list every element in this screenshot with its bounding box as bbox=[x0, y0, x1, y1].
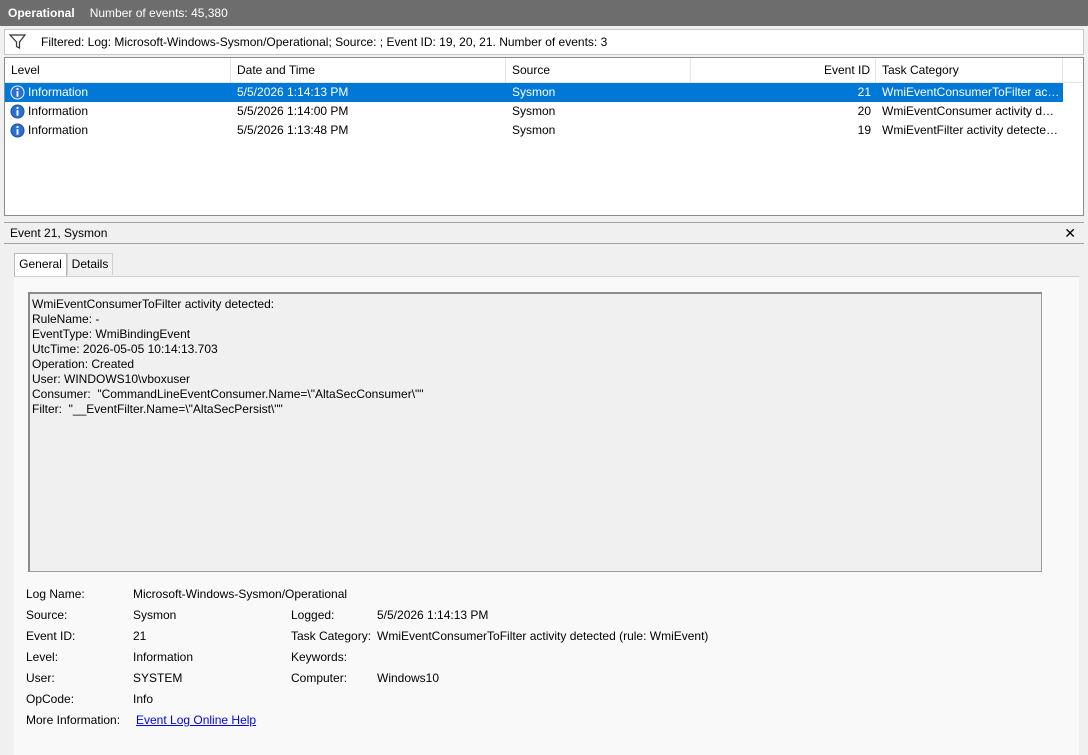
keywords-label: Keywords: bbox=[291, 650, 348, 664]
column-header-date-time[interactable]: Date and Time bbox=[231, 58, 506, 82]
information-icon bbox=[10, 123, 25, 138]
description-line: EventType: WmiBindingEvent bbox=[32, 327, 191, 341]
row-level: Information bbox=[28, 85, 89, 99]
event-log-online-help-link[interactable]: Event Log Online Help bbox=[136, 713, 256, 728]
user-label: User: bbox=[26, 671, 55, 685]
event-description[interactable]: WmiEventConsumerToFilter activity detect… bbox=[28, 292, 1042, 572]
description-line: RuleName: - bbox=[32, 312, 100, 326]
event-id-label: Event ID: bbox=[26, 629, 76, 643]
filter-description: Filtered: Log: Microsoft-Windows-Sysmon/… bbox=[41, 35, 608, 49]
user-value: SYSTEM bbox=[133, 671, 183, 685]
source-value: Sysmon bbox=[133, 608, 177, 622]
column-header-task-category[interactable]: Task Category bbox=[876, 58, 1063, 82]
row-event-id: 21 bbox=[857, 85, 871, 99]
event-list-header: Level Date and Time Source Event ID Task… bbox=[5, 58, 1083, 83]
column-header-event-id[interactable]: Event ID bbox=[691, 58, 876, 82]
level-value: Information bbox=[133, 650, 194, 664]
event-id-value: 21 bbox=[133, 629, 147, 643]
log-name-value: Microsoft-Windows-Sysmon/Operational bbox=[133, 587, 348, 601]
row-date-time: 5/5/2026 1:13:48 PM bbox=[237, 123, 349, 137]
event-row[interactable]: Information 5/5/2026 1:14:00 PM Sysmon 2… bbox=[5, 102, 1063, 121]
information-icon bbox=[10, 104, 25, 119]
row-level: Information bbox=[28, 123, 89, 137]
event-detail-header: Event 21, Sysmon ✕ bbox=[4, 222, 1084, 244]
event-row[interactable]: Information 5/5/2026 1:14:13 PM Sysmon 2… bbox=[5, 83, 1063, 102]
description-line: WmiEventConsumerToFilter activity detect… bbox=[32, 297, 275, 311]
column-header-source[interactable]: Source bbox=[506, 58, 691, 82]
source-label: Source: bbox=[26, 608, 68, 622]
task-category-value: WmiEventConsumerToFilter activity detect… bbox=[377, 629, 709, 643]
more-information-label: More Information: bbox=[26, 713, 121, 727]
event-count: Number of events: 45,380 bbox=[89, 6, 228, 20]
description-line: Consumer: "CommandLineEventConsumer.Name… bbox=[32, 387, 424, 401]
level-label: Level: bbox=[26, 650, 59, 664]
column-header-level[interactable]: Level bbox=[5, 58, 231, 82]
filter-icon bbox=[9, 34, 27, 49]
opcode-value: Info bbox=[133, 692, 154, 706]
tab-details[interactable]: Details bbox=[67, 253, 113, 275]
event-row[interactable]: Information 5/5/2026 1:13:48 PM Sysmon 1… bbox=[5, 121, 1063, 140]
row-task-category: WmiEventConsumerToFilter activity detect… bbox=[882, 85, 1060, 99]
filter-bar: Filtered: Log: Microsoft-Windows-Sysmon/… bbox=[4, 29, 1084, 55]
event-list[interactable]: Level Date and Time Source Event ID Task… bbox=[4, 57, 1084, 216]
row-task-category: WmiEventFilter activity detected (rule: … bbox=[882, 123, 1060, 137]
row-date-time: 5/5/2026 1:14:00 PM bbox=[237, 104, 349, 118]
row-date-time: 5/5/2026 1:14:13 PM bbox=[237, 85, 349, 99]
tab-general[interactable]: General bbox=[14, 253, 67, 276]
row-level: Information bbox=[28, 104, 89, 118]
description-line: Operation: Created bbox=[32, 357, 135, 371]
log-name-label: Log Name: bbox=[26, 587, 85, 601]
log-name: Operational bbox=[8, 6, 75, 20]
computer-label: Computer: bbox=[291, 671, 348, 685]
row-source: Sysmon bbox=[512, 85, 556, 99]
close-icon[interactable]: ✕ bbox=[1064, 225, 1076, 241]
log-title-bar: Operational Number of events: 45,380 bbox=[0, 0, 1088, 26]
row-event-id: 19 bbox=[857, 123, 871, 137]
computer-value: Windows10 bbox=[377, 671, 440, 685]
task-category-label: Task Category: bbox=[291, 629, 372, 643]
row-source: Sysmon bbox=[512, 123, 556, 137]
description-line: UtcTime: 2026-05-05 10:14:13.703 bbox=[32, 342, 218, 356]
row-event-id: 20 bbox=[857, 104, 871, 118]
logged-label: Logged: bbox=[291, 608, 335, 622]
row-source: Sysmon bbox=[512, 104, 556, 118]
logged-value: 5/5/2026 1:14:13 PM bbox=[377, 608, 489, 622]
description-line: Filter: "__EventFilter.Name=\"AltaSecPer… bbox=[32, 402, 283, 416]
opcode-label: OpCode: bbox=[26, 692, 75, 706]
description-line: User: WINDOWS10\vboxuser bbox=[32, 372, 191, 386]
information-icon bbox=[10, 85, 25, 100]
row-task-category: WmiEventConsumer activity detected (rule… bbox=[882, 104, 1060, 118]
event-detail-title: Event 21, Sysmon bbox=[10, 226, 108, 240]
